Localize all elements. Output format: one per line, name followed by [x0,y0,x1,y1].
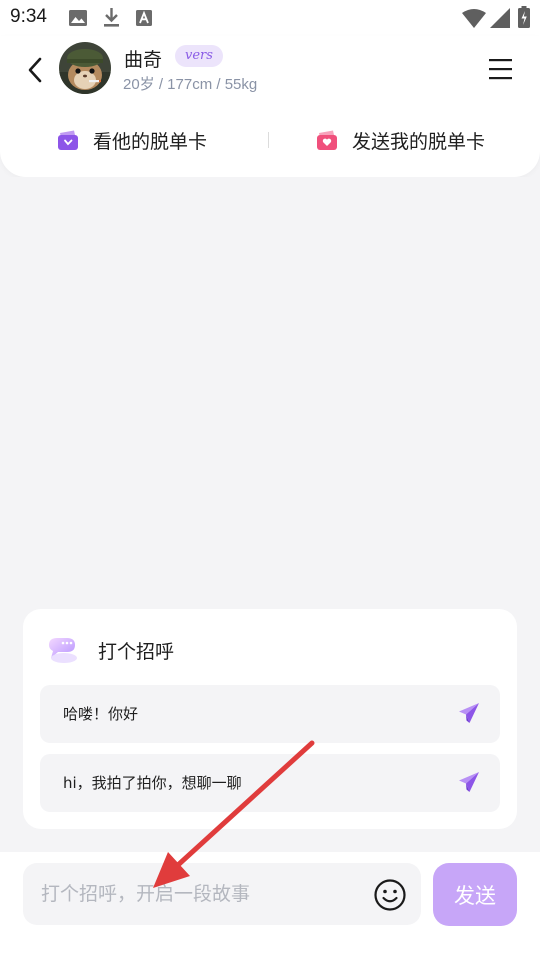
menu-button[interactable] [486,56,516,82]
image-icon [69,10,87,26]
user-stats: 20岁 / 177cm / 55kg [123,76,258,93]
chat-bubble-icon [49,638,77,663]
greeting-option[interactable]: 哈喽！你好 [40,685,500,743]
chevron-left-icon [28,57,42,83]
font-icon [136,10,152,26]
send-card-button[interactable]: 发送我的脱单卡 [316,118,485,162]
view-card-label: 看他的脱单卡 [93,130,208,153]
greeting-option[interactable]: hi，我拍了拍你，想聊一聊 [40,754,500,812]
send-card-label: 发送我的脱单卡 [352,130,486,153]
card-action-row: 看他的脱单卡 发送我的脱单卡 [0,118,540,162]
send-icon[interactable] [458,771,480,793]
gift-card-icon [317,130,337,150]
greeting-option-text: 哈喽！你好 [63,705,139,723]
send-icon[interactable] [458,702,480,724]
message-composer: 发送 [0,852,540,960]
status-time: 9:34 [10,6,47,27]
hamster-avatar-image [59,42,111,94]
wifi-icon [462,9,486,28]
user-name: 曲奇 [124,49,163,71]
back-button[interactable] [18,54,52,86]
card-icon [58,130,78,150]
smiley-icon [374,879,406,911]
action-divider [268,132,269,148]
emoji-button[interactable] [373,878,407,912]
status-bar: 9:34 [0,0,540,36]
send-button[interactable]: 发送 [433,863,517,926]
signal-icon [490,8,510,28]
greeting-option-text: hi，我拍了拍你，想聊一聊 [63,774,242,792]
role-badge: vers [175,45,223,67]
menu-icon [489,59,512,80]
message-input[interactable] [23,863,421,925]
avatar[interactable] [59,42,111,94]
greeting-title: 打个招呼 [98,641,175,663]
download-icon [104,8,119,27]
chat-header: 曲奇 vers 20岁 / 177cm / 55kg 看他的脱单卡 发送我的脱单 [0,36,540,177]
view-card-button[interactable]: 看他的脱单卡 [57,118,207,162]
greeting-card: 打个招呼 哈喽！你好 hi，我拍了拍你，想聊一聊 [23,609,517,829]
battery-icon [518,6,530,28]
